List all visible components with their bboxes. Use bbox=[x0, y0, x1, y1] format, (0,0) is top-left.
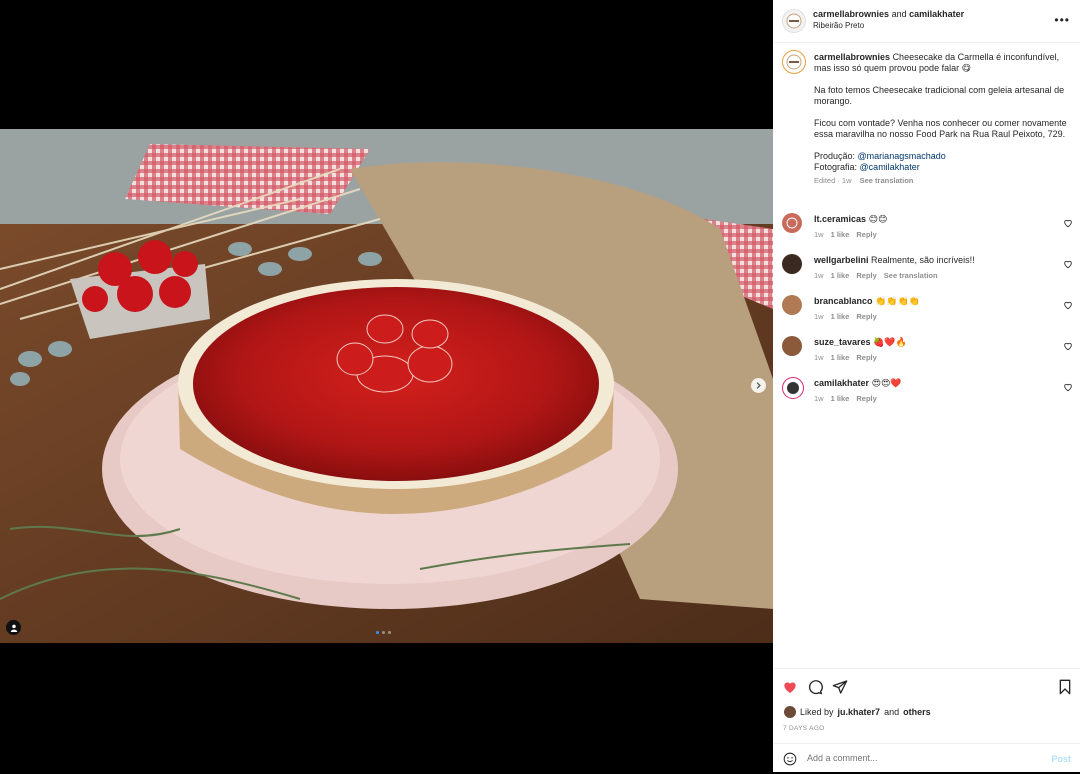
caption-author-avatar[interactable] bbox=[782, 50, 806, 74]
heart-outline-icon[interactable] bbox=[1063, 382, 1073, 392]
comment-item: lt.ceramicas 😊😊 1w 1 like Reply bbox=[773, 213, 1080, 253]
reply-button[interactable]: Reply bbox=[856, 353, 876, 362]
reply-button[interactable]: Reply bbox=[856, 312, 876, 321]
profile-photo-icon bbox=[787, 382, 799, 394]
like-heart-filled-icon[interactable] bbox=[782, 679, 798, 695]
caption-edited: Edited · 1w bbox=[814, 176, 852, 185]
comment-likes[interactable]: 1 like bbox=[831, 394, 850, 403]
heart-outline-icon[interactable] bbox=[1063, 341, 1073, 351]
producao-mention[interactable]: @marianagsmachado bbox=[858, 151, 946, 161]
post-actions: Liked by ju.khater7 and others 7 DAYS AG… bbox=[773, 668, 1080, 773]
reply-button[interactable]: Reply bbox=[856, 394, 876, 403]
next-slide-button[interactable] bbox=[751, 378, 766, 393]
comment-input[interactable] bbox=[807, 753, 1027, 763]
comment-time[interactable]: 1w bbox=[814, 230, 824, 239]
carousel-dot-3 bbox=[388, 631, 391, 634]
comment-item: wellgarbelini Realmente, são incríveis!!… bbox=[773, 254, 1080, 294]
more-options-button[interactable]: ••• bbox=[1054, 13, 1070, 27]
see-translation-link[interactable]: See translation bbox=[860, 176, 914, 185]
post-sidebar: carmellabrownies and camilakhater Ribeir… bbox=[773, 0, 1080, 772]
comment-text: Realmente, são incríveis!! bbox=[871, 255, 975, 265]
comment-item: camilakhater 😍😍❤️ 1w 1 like Reply bbox=[773, 377, 1080, 417]
caption-meta: Edited · 1w See translation bbox=[814, 175, 1069, 186]
share-icon[interactable] bbox=[832, 679, 848, 695]
commenter-avatar[interactable] bbox=[782, 213, 802, 233]
carousel-dot-1 bbox=[376, 631, 379, 634]
post-authors: carmellabrownies and camilakhater bbox=[813, 9, 964, 20]
liked-by-prefix: Liked by bbox=[800, 707, 834, 717]
comment-text: 😍😍❤️ bbox=[871, 378, 902, 388]
authors-conjunction: and bbox=[891, 9, 907, 19]
more-horizontal-icon: ••• bbox=[1054, 13, 1070, 27]
comment-item: brancablanco 👏👏👏👏 1w 1 like Reply bbox=[773, 295, 1080, 335]
user-icon bbox=[10, 624, 17, 632]
commenter-username[interactable]: brancablanco bbox=[814, 296, 873, 306]
liker-avatar[interactable] bbox=[784, 706, 796, 718]
comment-likes[interactable]: 1 like bbox=[831, 271, 850, 280]
reply-button[interactable]: Reply bbox=[856, 230, 876, 239]
commenter-username[interactable]: lt.ceramicas bbox=[814, 214, 866, 224]
comment-likes[interactable]: 1 like bbox=[831, 312, 850, 321]
comment-text: 🍓❤️🔥 bbox=[873, 337, 907, 347]
commenter-avatar[interactable] bbox=[782, 377, 804, 399]
commenter-avatar[interactable] bbox=[782, 254, 802, 274]
ceramics-logo-icon bbox=[786, 217, 798, 229]
liked-by-others-link[interactable]: others bbox=[903, 707, 931, 717]
heart-outline-icon[interactable] bbox=[1063, 218, 1073, 228]
commenter-avatar[interactable] bbox=[782, 295, 802, 315]
emoji-icon[interactable] bbox=[783, 752, 797, 766]
comment-time[interactable]: 1w bbox=[814, 312, 824, 321]
post-comment-button[interactable]: Post bbox=[1051, 754, 1071, 764]
reply-button[interactable]: Reply bbox=[856, 271, 876, 280]
carousel-dots bbox=[376, 631, 391, 634]
cheesecake-photo bbox=[0, 129, 773, 643]
carmella-logo-icon bbox=[786, 13, 802, 29]
add-comment-bar: Post bbox=[773, 743, 1080, 774]
producao-label: Produção: bbox=[814, 151, 856, 161]
carousel-dot-2 bbox=[382, 631, 385, 634]
coauthor-username[interactable]: camilakhater bbox=[909, 9, 964, 19]
comment-text: 👏👏👏👏 bbox=[875, 296, 920, 306]
heart-outline-icon[interactable] bbox=[1063, 259, 1073, 269]
fotografia-mention[interactable]: @camilakhater bbox=[860, 162, 920, 172]
author-username[interactable]: carmellabrownies bbox=[813, 9, 889, 19]
commenter-username[interactable]: wellgarbelini bbox=[814, 255, 869, 265]
caption-author[interactable]: carmellabrownies bbox=[814, 52, 890, 62]
see-translation-link[interactable]: See translation bbox=[884, 271, 938, 280]
comment-likes[interactable]: 1 like bbox=[831, 230, 850, 239]
comment-icon[interactable] bbox=[807, 679, 823, 695]
caption-line-2: Na foto temos Cheesecake tradicional com… bbox=[814, 85, 1065, 106]
post-location[interactable]: Ribeirão Preto bbox=[813, 21, 864, 30]
carmella-logo-icon bbox=[786, 54, 802, 70]
commenter-username[interactable]: suze_tavares bbox=[814, 337, 871, 347]
liked-by-and: and bbox=[884, 707, 900, 717]
caption-line-3: Ficou com vontade? Venha nos conhecer ou… bbox=[814, 118, 1067, 139]
liked-by: Liked by ju.khater7 and others bbox=[784, 706, 931, 718]
post-timestamp[interactable]: 7 DAYS AGO bbox=[783, 725, 825, 732]
author-avatar[interactable] bbox=[782, 9, 806, 33]
comment-time[interactable]: 1w bbox=[814, 353, 824, 362]
save-bookmark-icon[interactable] bbox=[1057, 679, 1073, 695]
comment-likes[interactable]: 1 like bbox=[831, 353, 850, 362]
fotografia-label: Fotografia: bbox=[814, 162, 858, 172]
instagram-post-modal: carmellabrownies and camilakhater Ribeir… bbox=[0, 0, 1080, 772]
chevron-right-icon bbox=[756, 382, 761, 389]
comment-text: 😊😊 bbox=[868, 214, 888, 224]
caption-text: carmellabrownies Cheesecake da Carmella … bbox=[814, 52, 1069, 186]
commenter-username[interactable]: camilakhater bbox=[814, 378, 869, 388]
comment-time[interactable]: 1w bbox=[814, 271, 824, 280]
liker-username[interactable]: ju.khater7 bbox=[838, 707, 881, 717]
media-pane bbox=[0, 0, 773, 772]
comment-item: suze_tavares 🍓❤️🔥 1w 1 like Reply bbox=[773, 336, 1080, 376]
tagged-users-button[interactable] bbox=[6, 620, 21, 635]
post-photo[interactable] bbox=[0, 129, 773, 643]
post-header: carmellabrownies and camilakhater Ribeir… bbox=[773, 0, 1080, 43]
heart-outline-icon[interactable] bbox=[1063, 300, 1073, 310]
comment-time[interactable]: 1w bbox=[814, 394, 824, 403]
commenter-avatar[interactable] bbox=[782, 336, 802, 356]
